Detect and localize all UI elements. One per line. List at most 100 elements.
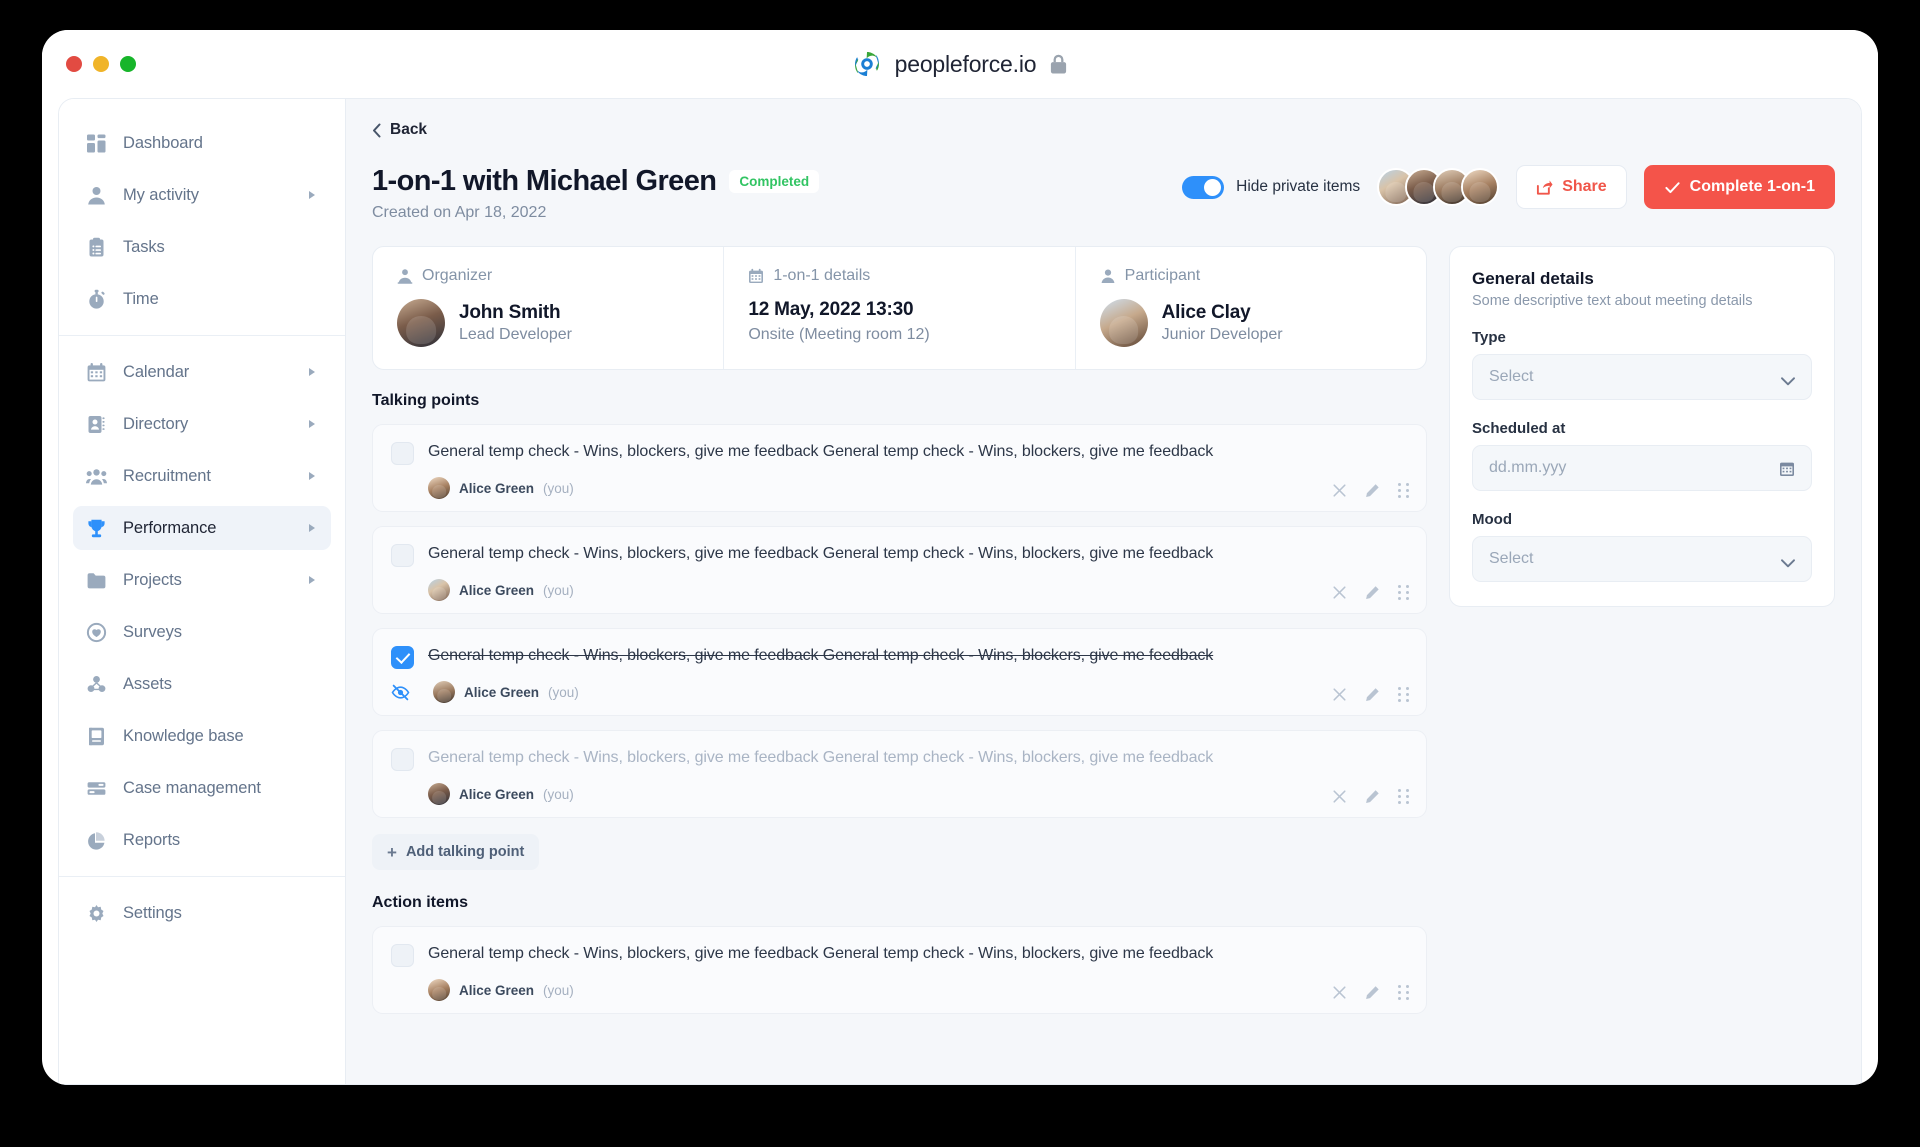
minimize-window-button[interactable] (93, 56, 109, 72)
list-item: General temp check - Wins, blockers, giv… (372, 730, 1427, 818)
pencil-icon[interactable] (1365, 483, 1380, 498)
folder-icon (85, 569, 107, 591)
close-icon[interactable] (1332, 789, 1347, 804)
mood-field[interactable]: Select (1472, 536, 1812, 582)
close-icon[interactable] (1332, 687, 1347, 702)
organizer-label-row: Organizer (397, 267, 699, 285)
sidebar-item-label: Calendar (123, 362, 190, 381)
close-icon[interactable] (1332, 985, 1347, 1000)
sidebar-item-label: Surveys (123, 622, 182, 641)
assets-icon (85, 673, 107, 695)
participant-person: Alice Clay Junior Developer (1099, 299, 1402, 347)
share-button[interactable]: Share (1516, 165, 1627, 209)
drag-handle-icon[interactable] (1398, 789, 1409, 804)
meeting-datetime: 12 May, 2022 13:30 (748, 299, 914, 320)
sidebar-item-calendar[interactable]: Calendar (73, 350, 331, 394)
general-details-subtitle: Some descriptive text about meeting deta… (1472, 293, 1753, 309)
pencil-icon[interactable] (1365, 789, 1380, 804)
avatar (433, 681, 455, 703)
participants-avatar-stack[interactable] (1377, 168, 1500, 206)
item-author-name: Alice Green (464, 684, 540, 700)
sidebar-group: Dashboard My activity Tasks Time (59, 121, 345, 321)
stopwatch-icon (85, 288, 107, 310)
list-item-main: General temp check - Wins, blockers, giv… (391, 543, 1408, 567)
hide-private-items-toggle[interactable] (1182, 175, 1225, 199)
item-checkbox[interactable] (391, 442, 414, 465)
close-icon[interactable] (1332, 585, 1347, 600)
hide-private-items-toggle-group[interactable]: Hide private items (1182, 175, 1360, 199)
item-author-row: Alice Green (you) (428, 783, 1408, 805)
type-field[interactable]: Select (1472, 354, 1812, 400)
field-value: Select (1489, 368, 1534, 385)
close-window-button[interactable] (66, 56, 82, 72)
list-item-main: General temp check - Wins, blockers, giv… (391, 943, 1408, 967)
clipboard-icon (85, 236, 107, 258)
pencil-icon[interactable] (1365, 585, 1380, 600)
field-label: Scheduled at (1472, 420, 1566, 437)
sidebar-item-dashboard[interactable]: Dashboard (73, 121, 331, 165)
talking-points-title: Talking points (372, 392, 480, 409)
address-bar[interactable]: peopleforce.io (852, 49, 1069, 79)
item-checkbox[interactable] (391, 646, 414, 669)
complete-1on1-button[interactable]: Complete 1-on-1 (1643, 165, 1835, 209)
sidebar-item-time[interactable]: Time (73, 277, 331, 321)
participant-label: Participant (1124, 267, 1201, 284)
participant-role: Junior Developer (1161, 326, 1283, 343)
calendar-icon (85, 361, 107, 383)
item-checkbox[interactable] (391, 944, 414, 967)
eye-off-icon[interactable] (391, 683, 410, 702)
add-talking-point-button[interactable]: + Add talking point (372, 834, 540, 870)
check-icon (1665, 181, 1680, 193)
page-title-block: 1-on-1 with Michael Green Completed Crea… (372, 165, 820, 222)
scheduled-at-field[interactable]: dd.mm.yyy (1472, 445, 1812, 491)
chevron-left-icon (373, 123, 381, 137)
avatar[interactable] (1461, 168, 1500, 206)
drag-handle-icon[interactable] (1398, 985, 1409, 1000)
sidebar-item-projects[interactable]: Projects (73, 558, 331, 602)
sidebar-item-tasks[interactable]: Tasks (73, 225, 331, 269)
sidebar-item-performance[interactable]: Performance (73, 506, 331, 550)
item-actions (1332, 483, 1409, 498)
sidebar-item-label: Reports (123, 830, 181, 849)
back-button[interactable]: Back (372, 121, 427, 139)
action-items-list: General temp check - Wins, blockers, giv… (372, 926, 1427, 1014)
content-columns: Organizer John Smith Lead Developer 1-on… (372, 246, 1835, 1028)
lock-icon (1051, 54, 1067, 74)
gear-icon (85, 902, 107, 924)
sidebar-item-settings[interactable]: Settings (73, 891, 331, 935)
item-actions (1332, 585, 1409, 600)
organizer-person: John Smith Lead Developer (397, 299, 699, 347)
drag-handle-icon[interactable] (1398, 687, 1409, 702)
sidebar-item-directory[interactable]: Directory (73, 402, 331, 446)
complete-label: Complete 1-on-1 (1689, 178, 1815, 195)
maximize-window-button[interactable] (120, 56, 136, 72)
sidebar-item-label: Knowledge base (123, 726, 244, 745)
item-text: General temp check - Wins, blockers, giv… (428, 443, 1214, 460)
calendar-icon (1779, 460, 1795, 477)
drag-handle-icon[interactable] (1398, 483, 1409, 498)
sidebar-item-case-management[interactable]: Case management (73, 766, 331, 810)
calendar-icon (749, 268, 764, 283)
item-checkbox[interactable] (391, 544, 414, 567)
sidebar-item-label: Case management (123, 778, 261, 797)
pencil-icon[interactable] (1365, 687, 1380, 702)
window-controls[interactable] (66, 56, 136, 72)
browser-titlebar: peopleforce.io (42, 30, 1878, 98)
pencil-icon[interactable] (1365, 985, 1380, 1000)
close-icon[interactable] (1332, 483, 1347, 498)
drag-handle-icon[interactable] (1398, 585, 1409, 600)
sidebar-item-recruitment[interactable]: Recruitment (73, 454, 331, 498)
sidebar-item-my-activity[interactable]: My activity (73, 173, 331, 217)
share-icon (1537, 180, 1553, 195)
item-author-suffix: (you) (543, 480, 574, 496)
sidebar-item-assets[interactable]: Assets (73, 662, 331, 706)
sidebar-item-reports[interactable]: Reports (73, 818, 331, 862)
chevron-right-icon (309, 524, 315, 532)
sidebar-item-surveys[interactable]: Surveys (73, 610, 331, 654)
cases-icon (85, 777, 107, 799)
sidebar-item-knowledge-base[interactable]: Knowledge base (73, 714, 331, 758)
item-checkbox[interactable] (391, 748, 414, 771)
avatar (1099, 299, 1148, 347)
field-value: Select (1489, 550, 1534, 567)
contact-card-icon (85, 413, 107, 435)
